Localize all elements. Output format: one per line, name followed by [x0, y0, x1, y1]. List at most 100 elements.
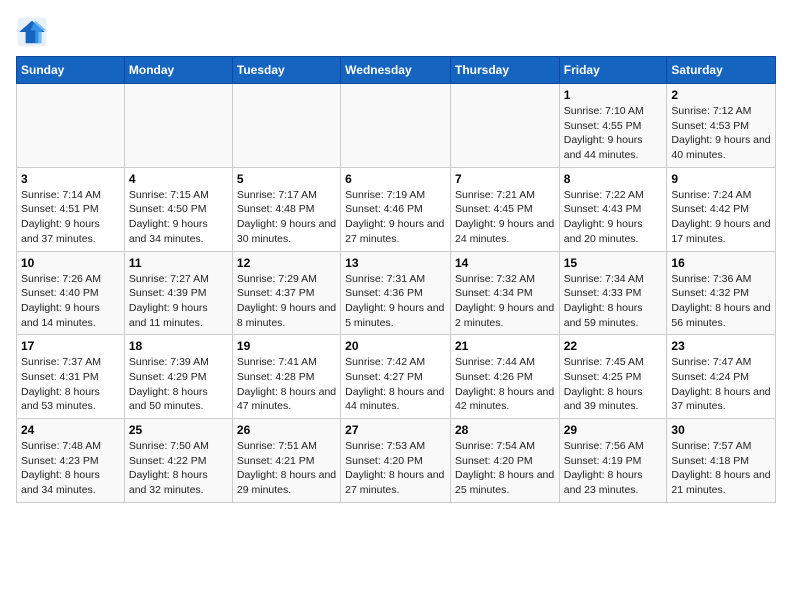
calendar-cell: 30 Sunrise: 7:57 AMSunset: 4:18 PMDayligh…: [667, 419, 776, 503]
day-info: Sunrise: 7:36 AMSunset: 4:32 PMDaylight:…: [671, 272, 771, 331]
day-info: Sunrise: 7:54 AMSunset: 4:20 PMDaylight:…: [455, 439, 555, 498]
calendar-cell: 13 Sunrise: 7:31 AMSunset: 4:36 PMDayligh…: [341, 251, 451, 335]
day-number: 30: [671, 423, 771, 437]
day-info: Sunrise: 7:51 AMSunset: 4:21 PMDaylight:…: [237, 439, 336, 498]
calendar-cell: 3 Sunrise: 7:14 AMSunset: 4:51 PMDaylight…: [17, 167, 125, 251]
day-info: Sunrise: 7:50 AMSunset: 4:22 PMDaylight:…: [129, 439, 228, 498]
day-number: 6: [345, 172, 446, 186]
calendar-cell: 7Sunrise: 7:21 AMSunset: 4:45 PMDaylight…: [450, 167, 559, 251]
calendar-cell: 10 Sunrise: 7:26 AMSunset: 4:40 PMDayligh…: [17, 251, 125, 335]
calendar-cell: 24 Sunrise: 7:48 AMSunset: 4:23 PMDayligh…: [17, 419, 125, 503]
calendar-cell: 28 Sunrise: 7:54 AMSunset: 4:20 PMDayligh…: [450, 419, 559, 503]
calendar-cell: [450, 84, 559, 168]
day-number: 20: [345, 339, 446, 353]
day-number: 28: [455, 423, 555, 437]
calendar-cell: 21 Sunrise: 7:44 AMSunset: 4:26 PMDayligh…: [450, 335, 559, 419]
day-number: 9: [671, 172, 771, 186]
logo-icon: [16, 16, 48, 48]
calendar-cell: [124, 84, 232, 168]
day-number: 18: [129, 339, 228, 353]
day-number: 22: [564, 339, 663, 353]
calendar-cell: 16 Sunrise: 7:36 AMSunset: 4:32 PMDayligh…: [667, 251, 776, 335]
day-info: Sunrise: 7:41 AMSunset: 4:28 PMDaylight:…: [237, 355, 336, 414]
day-info: Sunrise: 7:24 AMSunset: 4:42 PMDaylight:…: [671, 188, 771, 247]
calendar-cell: 4 Sunrise: 7:15 AMSunset: 4:50 PMDaylight…: [124, 167, 232, 251]
day-info: Sunrise: 7:19 AMSunset: 4:46 PMDaylight:…: [345, 188, 446, 247]
day-info: Sunrise: 7:57 AMSunset: 4:18 PMDaylight:…: [671, 439, 771, 498]
day-info: Sunrise: 7:15 AMSunset: 4:50 PMDaylight:…: [129, 188, 228, 247]
day-info: Sunrise: 7:26 AMSunset: 4:40 PMDaylight:…: [21, 272, 120, 331]
day-info: Sunrise: 7:27 AMSunset: 4:39 PMDaylight:…: [129, 272, 228, 331]
day-info: Sunrise: 7:56 AMSunset: 4:19 PMDaylight:…: [564, 439, 663, 498]
day-number: 8: [564, 172, 663, 186]
calendar-week-1: 1 Sunrise: 7:10 AMSunset: 4:55 PMDaylight…: [17, 84, 776, 168]
day-info: Sunrise: 7:42 AMSunset: 4:27 PMDaylight:…: [345, 355, 446, 414]
day-number: 24: [21, 423, 120, 437]
day-info: Sunrise: 7:37 AMSunset: 4:31 PMDaylight:…: [21, 355, 120, 414]
day-info: Sunrise: 7:12 AMSunset: 4:53 PMDaylight:…: [671, 104, 771, 163]
day-number: 25: [129, 423, 228, 437]
day-info: Sunrise: 7:44 AMSunset: 4:26 PMDaylight:…: [455, 355, 555, 414]
calendar-header-row: SundayMondayTuesdayWednesdayThursdayFrid…: [17, 57, 776, 84]
day-number: 10: [21, 256, 120, 270]
header-sunday: Sunday: [17, 57, 125, 84]
day-info: Sunrise: 7:10 AMSunset: 4:55 PMDaylight:…: [564, 104, 663, 163]
calendar-cell: 9 Sunrise: 7:24 AMSunset: 4:42 PMDaylight…: [667, 167, 776, 251]
header-friday: Friday: [559, 57, 667, 84]
calendar-cell: [232, 84, 340, 168]
day-number: 12: [237, 256, 336, 270]
calendar-cell: [341, 84, 451, 168]
calendar-week-4: 17Sunrise: 7:37 AMSunset: 4:31 PMDayligh…: [17, 335, 776, 419]
calendar-cell: 5 Sunrise: 7:17 AMSunset: 4:48 PMDaylight…: [232, 167, 340, 251]
day-number: 4: [129, 172, 228, 186]
day-number: 21: [455, 339, 555, 353]
calendar-cell: 1 Sunrise: 7:10 AMSunset: 4:55 PMDaylight…: [559, 84, 667, 168]
header-wednesday: Wednesday: [341, 57, 451, 84]
header-thursday: Thursday: [450, 57, 559, 84]
day-number: 16: [671, 256, 771, 270]
day-info: Sunrise: 7:22 AMSunset: 4:43 PMDaylight:…: [564, 188, 663, 247]
day-number: 26: [237, 423, 336, 437]
day-info: Sunrise: 7:29 AMSunset: 4:37 PMDaylight:…: [237, 272, 336, 331]
day-info: Sunrise: 7:31 AMSunset: 4:36 PMDaylight:…: [345, 272, 446, 331]
day-number: 5: [237, 172, 336, 186]
header-tuesday: Tuesday: [232, 57, 340, 84]
calendar-cell: 25 Sunrise: 7:50 AMSunset: 4:22 PMDayligh…: [124, 419, 232, 503]
day-info: Sunrise: 7:32 AMSunset: 4:34 PMDaylight:…: [455, 272, 555, 331]
day-info: Sunrise: 7:39 AMSunset: 4:29 PMDaylight:…: [129, 355, 228, 414]
day-info: Sunrise: 7:47 AMSunset: 4:24 PMDaylight:…: [671, 355, 771, 414]
calendar-cell: 20 Sunrise: 7:42 AMSunset: 4:27 PMDayligh…: [341, 335, 451, 419]
calendar-cell: 2 Sunrise: 7:12 AMSunset: 4:53 PMDaylight…: [667, 84, 776, 168]
calendar-table: SundayMondayTuesdayWednesdayThursdayFrid…: [16, 56, 776, 503]
day-number: 1: [564, 88, 663, 102]
day-number: 29: [564, 423, 663, 437]
logo: [16, 16, 52, 48]
day-number: 19: [237, 339, 336, 353]
calendar-cell: 22Sunrise: 7:45 AMSunset: 4:25 PMDayligh…: [559, 335, 667, 419]
day-number: 23: [671, 339, 771, 353]
day-number: 15: [564, 256, 663, 270]
calendar-week-5: 24 Sunrise: 7:48 AMSunset: 4:23 PMDayligh…: [17, 419, 776, 503]
calendar-cell: 19 Sunrise: 7:41 AMSunset: 4:28 PMDayligh…: [232, 335, 340, 419]
day-info: Sunrise: 7:48 AMSunset: 4:23 PMDaylight:…: [21, 439, 120, 498]
calendar-cell: [17, 84, 125, 168]
calendar-cell: 11 Sunrise: 7:27 AMSunset: 4:39 PMDayligh…: [124, 251, 232, 335]
day-number: 3: [21, 172, 120, 186]
calendar-cell: 26 Sunrise: 7:51 AMSunset: 4:21 PMDayligh…: [232, 419, 340, 503]
day-number: 2: [671, 88, 771, 102]
calendar-week-3: 10 Sunrise: 7:26 AMSunset: 4:40 PMDayligh…: [17, 251, 776, 335]
day-info: Sunrise: 7:17 AMSunset: 4:48 PMDaylight:…: [237, 188, 336, 247]
day-number: 14: [455, 256, 555, 270]
day-info: Sunrise: 7:21 AMSunset: 4:45 PMDaylight:…: [455, 188, 555, 247]
calendar-cell: 14 Sunrise: 7:32 AMSunset: 4:34 PMDayligh…: [450, 251, 559, 335]
day-number: 27: [345, 423, 446, 437]
calendar-cell: 18 Sunrise: 7:39 AMSunset: 4:29 PMDayligh…: [124, 335, 232, 419]
calendar-cell: 6 Sunrise: 7:19 AMSunset: 4:46 PMDaylight…: [341, 167, 451, 251]
calendar-cell: 15Sunrise: 7:34 AMSunset: 4:33 PMDayligh…: [559, 251, 667, 335]
calendar-week-2: 3 Sunrise: 7:14 AMSunset: 4:51 PMDaylight…: [17, 167, 776, 251]
calendar-cell: 8 Sunrise: 7:22 AMSunset: 4:43 PMDaylight…: [559, 167, 667, 251]
day-info: Sunrise: 7:14 AMSunset: 4:51 PMDaylight:…: [21, 188, 120, 247]
header-saturday: Saturday: [667, 57, 776, 84]
day-number: 11: [129, 256, 228, 270]
day-number: 13: [345, 256, 446, 270]
